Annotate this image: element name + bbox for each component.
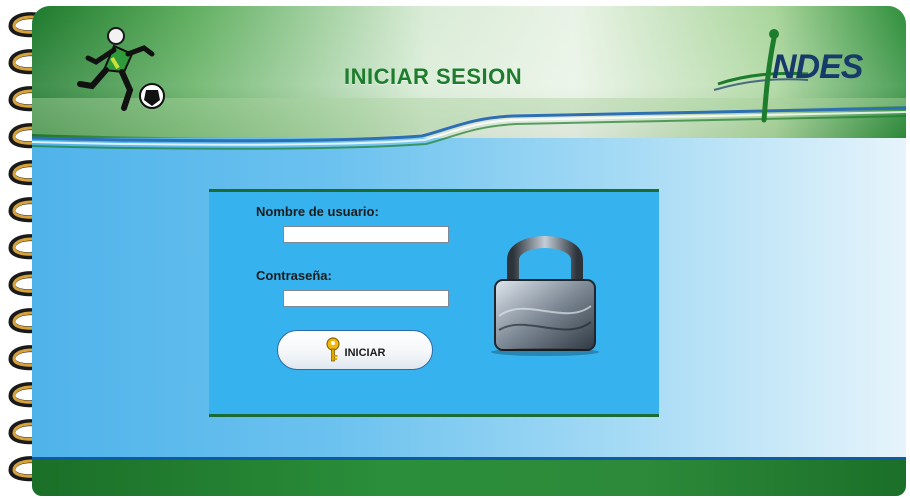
login-button-label: INICIAR [344, 347, 386, 359]
page-title: INICIAR SESION [344, 64, 523, 89]
username-label: Nombre de usuario: [256, 204, 379, 219]
password-label: Contraseña: [256, 268, 332, 283]
login-button[interactable]: INICIAR [277, 330, 433, 370]
key-icon [325, 337, 340, 362]
login-panel: Nombre de usuario: Contraseña: INICIAR [209, 189, 659, 417]
logo-text: NDES [772, 48, 863, 86]
password-field[interactable] [283, 290, 449, 307]
padlock-icon [491, 236, 599, 356]
footer-bar [32, 457, 906, 496]
runner-icon [77, 27, 165, 111]
username-field[interactable] [283, 226, 449, 243]
